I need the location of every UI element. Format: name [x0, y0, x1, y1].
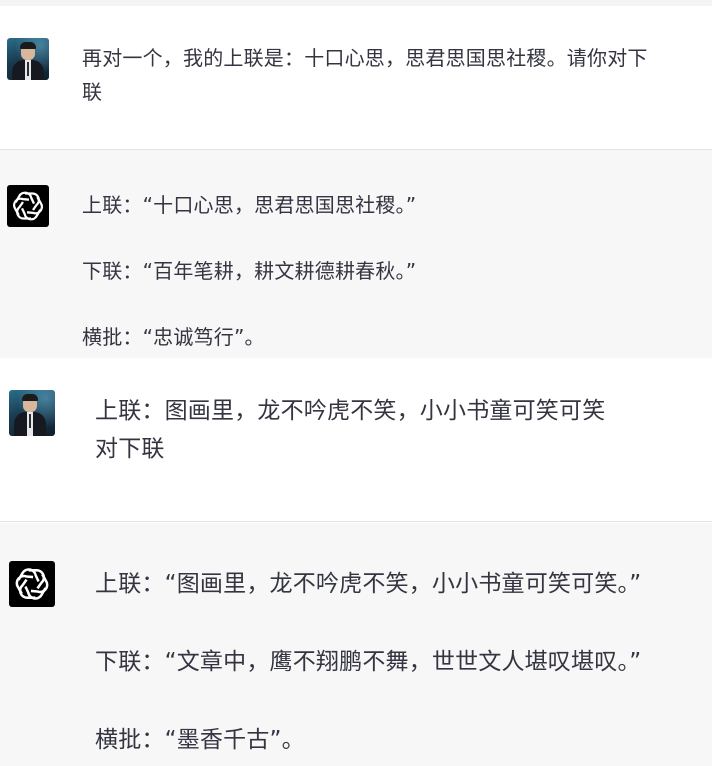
assistant-message: 上联：“十口心思，思君思国思社稷。” 下联：“百年笔耕，耕文耕德耕春秋。” 横批… [0, 150, 712, 358]
openai-logo-glyph [15, 568, 49, 600]
avatar-tie [29, 414, 31, 428]
message-line: 再对一个，我的上联是：十口心思，思君思国思社稷。请你对下 [82, 46, 648, 70]
message-text: 上联：图画里，龙不吟虎不笑，小小书童可笑可笑 对下联 [95, 392, 695, 468]
message-line: 对下联 [95, 436, 165, 462]
avatar-hair [22, 394, 38, 401]
avatar-tie [27, 62, 29, 76]
user-avatar [9, 390, 55, 436]
user-avatar [7, 38, 49, 80]
message-line: 上联：图画里，龙不吟虎不笑，小小书童可笑可笑 [95, 398, 606, 424]
message-line: 联 [82, 80, 103, 104]
avatar-hair [20, 42, 36, 49]
assistant-message: 上联：“图画里，龙不吟虎不笑，小小书童可笑可笑。” 下联：“文章中，鹰不翔鹏不舞… [0, 523, 712, 766]
user-message: 再对一个，我的上联是：十口心思，思君思国思社稷。请你对下 联 [0, 6, 712, 150]
message-text: 再对一个，我的上联是：十口心思，思君思国思社稷。请你对下 联 [82, 41, 707, 109]
message-line: 下联：“百年笔耕，耕文耕德耕春秋。” [82, 259, 417, 283]
message-line: 横批：“墨香千古”。 [95, 727, 305, 753]
openai-logo-icon [7, 185, 49, 227]
message-line: 上联：“图画里，龙不吟虎不笑，小小书童可笑可笑。” [95, 571, 642, 597]
message-line: 上联：“十口心思，思君思国思社稷。” [82, 193, 417, 217]
chat-page: 再对一个，我的上联是：十口心思，思君思国思社稷。请你对下 联 上联：“十口心思，… [0, 0, 712, 766]
message-line: 下联：“文章中，鹰不翔鹏不舞，世世文人堪叹堪叹。” [95, 649, 642, 675]
message-text: 上联：“图画里，龙不吟虎不笑，小小书童可笑可笑。” 下联：“文章中，鹰不翔鹏不舞… [95, 567, 707, 766]
user-message: 上联：图画里，龙不吟虎不笑，小小书童可笑可笑 对下联 [0, 358, 712, 522]
openai-logo-icon [9, 561, 55, 607]
openai-logo-glyph [12, 191, 44, 221]
